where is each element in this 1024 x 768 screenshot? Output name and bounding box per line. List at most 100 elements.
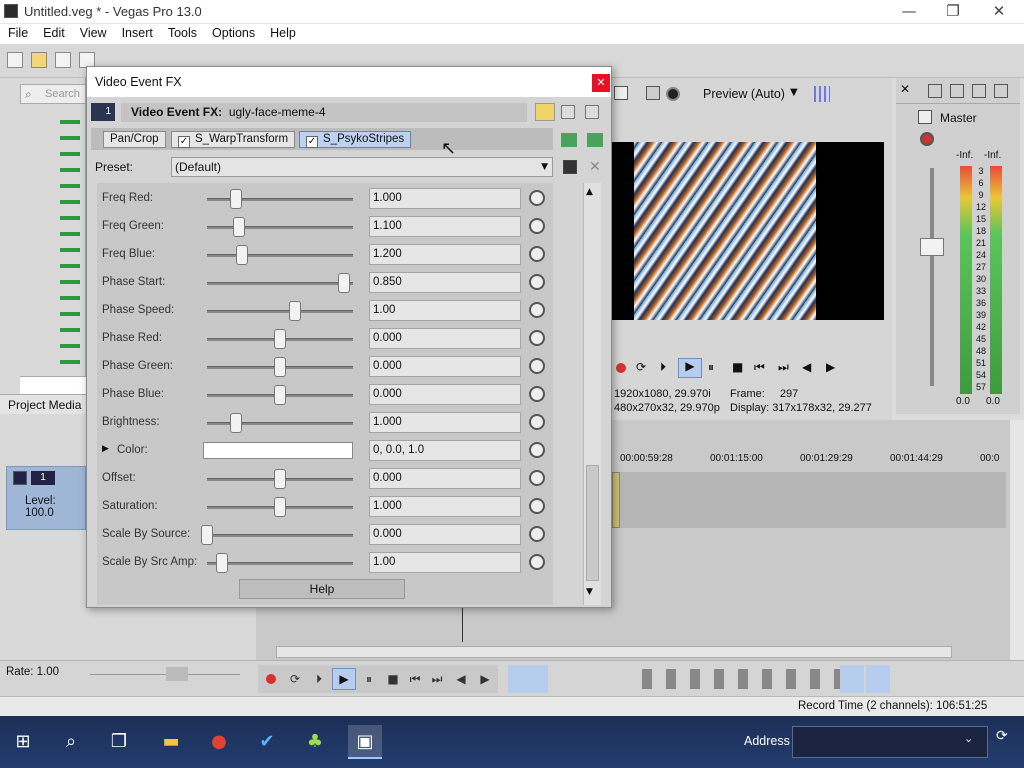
loop-icon[interactable]: ⟳ xyxy=(288,672,302,686)
menu-options[interactable]: Options xyxy=(204,24,262,40)
keyframe-clock-icon[interactable] xyxy=(529,498,545,514)
scroll-up-icon[interactable]: ▲ xyxy=(586,187,593,197)
slider-thumb[interactable] xyxy=(230,189,243,209)
keyframe-clock-icon[interactable] xyxy=(529,470,545,486)
param-value[interactable]: 1.000 xyxy=(369,412,521,433)
slider-thumb[interactable] xyxy=(274,497,286,517)
play-from-start-icon[interactable]: ⏵ xyxy=(660,360,666,375)
next-frame-icon[interactable]: ▶ xyxy=(478,672,492,686)
color-swatch[interactable] xyxy=(203,442,353,459)
param-slider[interactable] xyxy=(207,226,353,229)
windows-start-icon[interactable]: ⊞ xyxy=(6,725,40,759)
chrome-icon[interactable]: ● xyxy=(202,725,236,759)
go-to-end-icon[interactable]: ⏭ xyxy=(778,360,789,375)
stop-icon[interactable]: ■ xyxy=(386,672,400,686)
file-explorer-icon[interactable]: ▬ xyxy=(154,725,188,759)
plugin-warp-transform[interactable]: ✓ S_WarpTransform xyxy=(171,131,296,148)
param-slider[interactable] xyxy=(207,198,353,201)
menu-view[interactable]: View xyxy=(72,24,114,40)
save-icon[interactable] xyxy=(55,52,71,68)
slider-thumb[interactable] xyxy=(236,245,249,265)
param-value[interactable]: 0, 0.0, 1.0 xyxy=(369,440,521,461)
search-icon[interactable]: ⌕ xyxy=(54,725,88,759)
play-icon[interactable]: ▶ xyxy=(332,668,356,690)
param-value[interactable]: 1.200 xyxy=(369,244,521,265)
checkbox-icon[interactable]: ✓ xyxy=(178,136,190,148)
checkbox-icon[interactable]: ✓ xyxy=(306,136,318,148)
slider-thumb[interactable] xyxy=(338,273,351,293)
record-icon[interactable] xyxy=(616,363,626,373)
keyframe-clock-icon[interactable] xyxy=(529,330,545,346)
mixer-properties-icon[interactable] xyxy=(928,84,942,98)
dialog-close-button[interactable]: ✕ xyxy=(592,74,610,92)
param-slider[interactable] xyxy=(207,562,353,565)
param-value[interactable]: 0.000 xyxy=(369,524,521,545)
overlays-icon[interactable] xyxy=(814,86,830,102)
param-value[interactable]: 1.00 xyxy=(369,300,521,321)
keyframe-clock-icon[interactable] xyxy=(529,190,545,206)
video-event[interactable] xyxy=(612,472,620,528)
save-preset-icon[interactable] xyxy=(563,160,577,174)
slider-thumb[interactable] xyxy=(230,413,243,433)
slider-thumb[interactable] xyxy=(288,301,301,321)
keyframe-clock-icon[interactable] xyxy=(529,358,545,374)
previous-frame-icon[interactable]: ◀ xyxy=(454,672,468,686)
slider-thumb[interactable] xyxy=(233,217,246,237)
fx-icon[interactable] xyxy=(920,132,934,146)
remove-plugin-icon[interactable] xyxy=(587,133,603,147)
param-slider[interactable] xyxy=(207,422,353,425)
preview-settings-icon[interactable] xyxy=(614,86,628,100)
preview-quality-icon[interactable] xyxy=(666,87,680,101)
slider-thumb[interactable] xyxy=(215,553,228,573)
keyframe-clock-icon[interactable] xyxy=(529,302,545,318)
menu-file[interactable]: File xyxy=(0,24,35,40)
snapping-icon[interactable] xyxy=(866,665,890,693)
play-from-start-icon[interactable]: ⏵ xyxy=(312,672,326,686)
delete-preset-icon[interactable]: ✕ xyxy=(589,159,601,175)
play-icon[interactable]: ▶ xyxy=(678,358,702,378)
menu-edit[interactable]: Edit xyxy=(35,24,72,40)
param-value[interactable]: 0.000 xyxy=(369,384,521,405)
go-to-end-icon[interactable]: ⏭ xyxy=(430,672,444,686)
go-to-start-icon[interactable]: ⏮ xyxy=(754,360,765,375)
menu-insert[interactable]: Insert xyxy=(114,24,160,40)
plugin-chain-icon[interactable] xyxy=(561,133,577,147)
track-header[interactable]: 1 Level: 100.0 xyxy=(6,466,86,530)
grid-view-icon[interactable] xyxy=(585,105,599,119)
rate-slider[interactable] xyxy=(90,674,240,675)
slider-thumb[interactable] xyxy=(274,385,286,405)
scroll-down-icon[interactable]: ▼ xyxy=(586,587,593,597)
slider-thumb[interactable] xyxy=(274,329,286,349)
param-value[interactable]: 1.100 xyxy=(369,216,521,237)
param-slider[interactable] xyxy=(207,282,353,285)
param-value[interactable]: 0.000 xyxy=(369,468,521,489)
chain-view-icon[interactable] xyxy=(535,103,555,121)
plugin-pan-crop[interactable]: Pan/Crop xyxy=(103,131,166,148)
mixer-preview-icon[interactable] xyxy=(950,84,964,98)
mixer-layout-icon[interactable] xyxy=(972,84,986,98)
chevron-down-icon[interactable]: ⌄ xyxy=(964,732,973,745)
param-value[interactable]: 0.850 xyxy=(369,272,521,293)
parameter-scrollbar[interactable]: ▲ ▼ xyxy=(583,183,601,605)
refresh-icon[interactable]: ⟳ xyxy=(996,728,1008,744)
rate-thumb[interactable] xyxy=(166,667,188,681)
param-value[interactable]: 1.00 xyxy=(369,552,521,573)
project-media-tab[interactable]: Project Media xyxy=(0,394,86,414)
open-folder-icon[interactable] xyxy=(31,52,47,68)
keyframe-clock-icon[interactable] xyxy=(529,246,545,262)
minimize-button[interactable]: — xyxy=(886,0,932,24)
param-value[interactable]: 1.000 xyxy=(369,188,521,209)
param-slider[interactable] xyxy=(207,254,353,257)
maximize-button[interactable]: ❐ xyxy=(930,0,976,24)
editing-tools[interactable] xyxy=(636,669,856,689)
new-icon[interactable] xyxy=(7,52,23,68)
pause-icon[interactable]: ⏸ xyxy=(708,360,714,375)
keyframe-clock-icon[interactable] xyxy=(529,414,545,430)
go-to-start-icon[interactable]: ⏮ xyxy=(408,672,422,686)
record-icon[interactable] xyxy=(266,674,276,684)
chevron-down-icon[interactable]: ▼ xyxy=(790,87,798,98)
keyframe-clock-icon[interactable] xyxy=(529,554,545,570)
preview-mode-select[interactable]: Preview (Auto) xyxy=(703,87,785,101)
param-value[interactable]: 0.000 xyxy=(369,356,521,377)
search-box[interactable]: ⌕ Search xyxy=(20,84,86,104)
